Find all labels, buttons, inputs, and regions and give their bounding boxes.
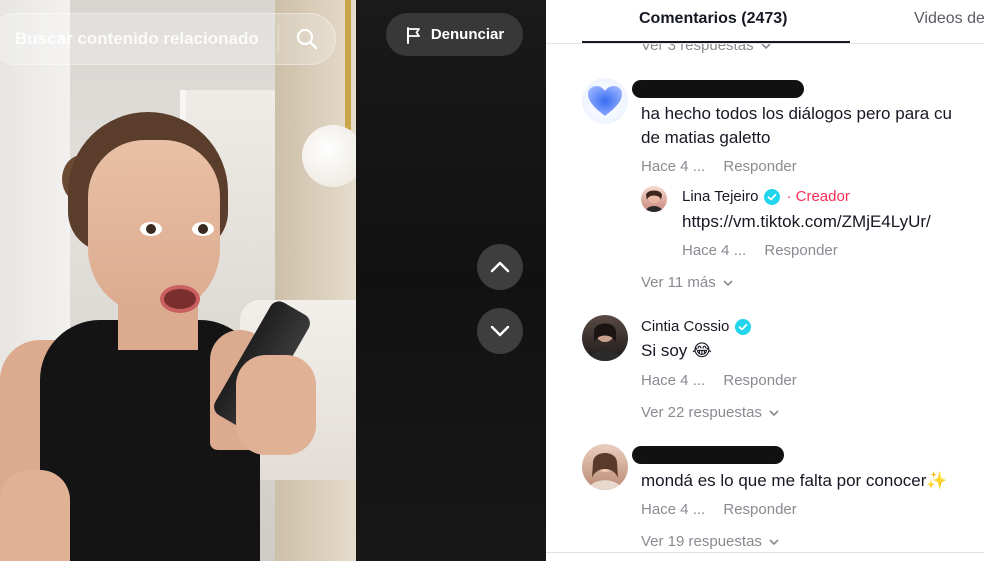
- lamp: [302, 125, 356, 187]
- avatar[interactable]: [582, 315, 628, 361]
- creator-tag: · Creador: [786, 188, 850, 205]
- search-placeholder[interactable]: Buscar contenido relacionado: [0, 29, 278, 49]
- comment-text: ha hecho todos los diálogos pero para cu: [641, 104, 952, 123]
- comment-author-name[interactable]: Cintia Cossio: [641, 318, 729, 335]
- person-eye-left: [140, 222, 162, 236]
- report-button[interactable]: Denunciar: [386, 13, 523, 56]
- tab-comments[interactable]: Comentarios (2473): [639, 10, 788, 28]
- tab-creator-videos[interactable]: Videos de: [914, 10, 984, 28]
- reply-author-name[interactable]: Lina Tejeiro: [682, 188, 758, 205]
- view-more-replies[interactable]: Ver 19 respuestas: [641, 533, 780, 550]
- active-tab-indicator: [582, 41, 850, 43]
- reply-timestamp: Hace 4 ...: [682, 242, 747, 259]
- user-avatar-icon: [588, 453, 622, 490]
- person-eye-right: [192, 222, 214, 236]
- view-more-label: Ver 22 respuestas: [641, 404, 762, 421]
- creator-avatar-icon: [645, 190, 663, 212]
- panel-divider: [546, 552, 984, 553]
- video-frame: [0, 0, 356, 561]
- verified-badge-icon: [735, 318, 752, 335]
- previous-video-button[interactable]: [477, 244, 523, 290]
- comment-meta: Hace 4 ... Responder: [641, 372, 797, 389]
- comment-timestamp: Hace 4 ...: [641, 372, 706, 389]
- person-right-hand: [236, 355, 316, 455]
- flag-icon: [406, 26, 420, 44]
- comment-text-continued: de matias galetto: [641, 128, 771, 147]
- reply-text-link[interactable]: https://vm.tiktok.com/ZMjE4LyUr/: [682, 210, 931, 234]
- heart-icon: [588, 86, 622, 116]
- view-more-replies[interactable]: Ver 22 respuestas: [641, 404, 780, 421]
- chevron-down-icon: [769, 538, 779, 545]
- comment-meta: Hace 4 ... Responder: [641, 501, 797, 518]
- comment-text: mondá es lo que me falta por conocer✨: [641, 471, 948, 490]
- person-mouth: [160, 285, 200, 313]
- comment-author-row: Cintia Cossio: [641, 318, 752, 335]
- chevron-down-icon: [769, 409, 779, 416]
- search-icon: [296, 28, 318, 50]
- comment-timestamp: Hace 4 ...: [641, 158, 706, 175]
- reply-author-row: Lina Tejeiro · Creador: [682, 188, 850, 205]
- video-player[interactable]: Buscar contenido relacionado Denunciar: [0, 0, 546, 561]
- avatar[interactable]: [582, 444, 628, 490]
- reply-meta: Hace 4 ... Responder: [682, 242, 838, 259]
- comment-text: Si soy 😂: [641, 341, 712, 360]
- chevron-up-icon: [490, 261, 510, 273]
- report-label: Denunciar: [430, 26, 505, 43]
- redacted-username: [632, 80, 804, 98]
- reply-button[interactable]: Responder: [723, 501, 796, 518]
- reply-button[interactable]: Responder: [723, 158, 796, 175]
- user-avatar-icon: [588, 323, 622, 361]
- reply-button[interactable]: Responder: [723, 372, 796, 389]
- lamp-pole: [345, 0, 351, 130]
- related-search-bar[interactable]: Buscar contenido relacionado: [0, 13, 336, 65]
- view-more-replies[interactable]: Ver 11 más: [641, 274, 734, 291]
- search-button[interactable]: [279, 13, 335, 65]
- panel-tabs: Comentarios (2473) Videos de: [546, 0, 984, 44]
- comments-panel: Comentarios (2473) Videos de Ver 3 respu…: [546, 0, 984, 561]
- chevron-down-icon: [490, 325, 510, 337]
- next-video-button[interactable]: [477, 308, 523, 354]
- view-more-label: Ver 11 más: [641, 274, 716, 291]
- verified-badge-icon: [764, 188, 781, 205]
- avatar[interactable]: [582, 78, 628, 124]
- redacted-username: [632, 446, 784, 464]
- chevron-down-icon: [723, 279, 733, 286]
- avatar[interactable]: [641, 186, 667, 212]
- comment-timestamp: Hace 4 ...: [641, 501, 706, 518]
- person-left-hand: [0, 470, 70, 561]
- reply-button[interactable]: Responder: [764, 242, 837, 259]
- comment-meta: Hace 4 ... Responder: [641, 158, 797, 175]
- view-more-label: Ver 19 respuestas: [641, 533, 762, 550]
